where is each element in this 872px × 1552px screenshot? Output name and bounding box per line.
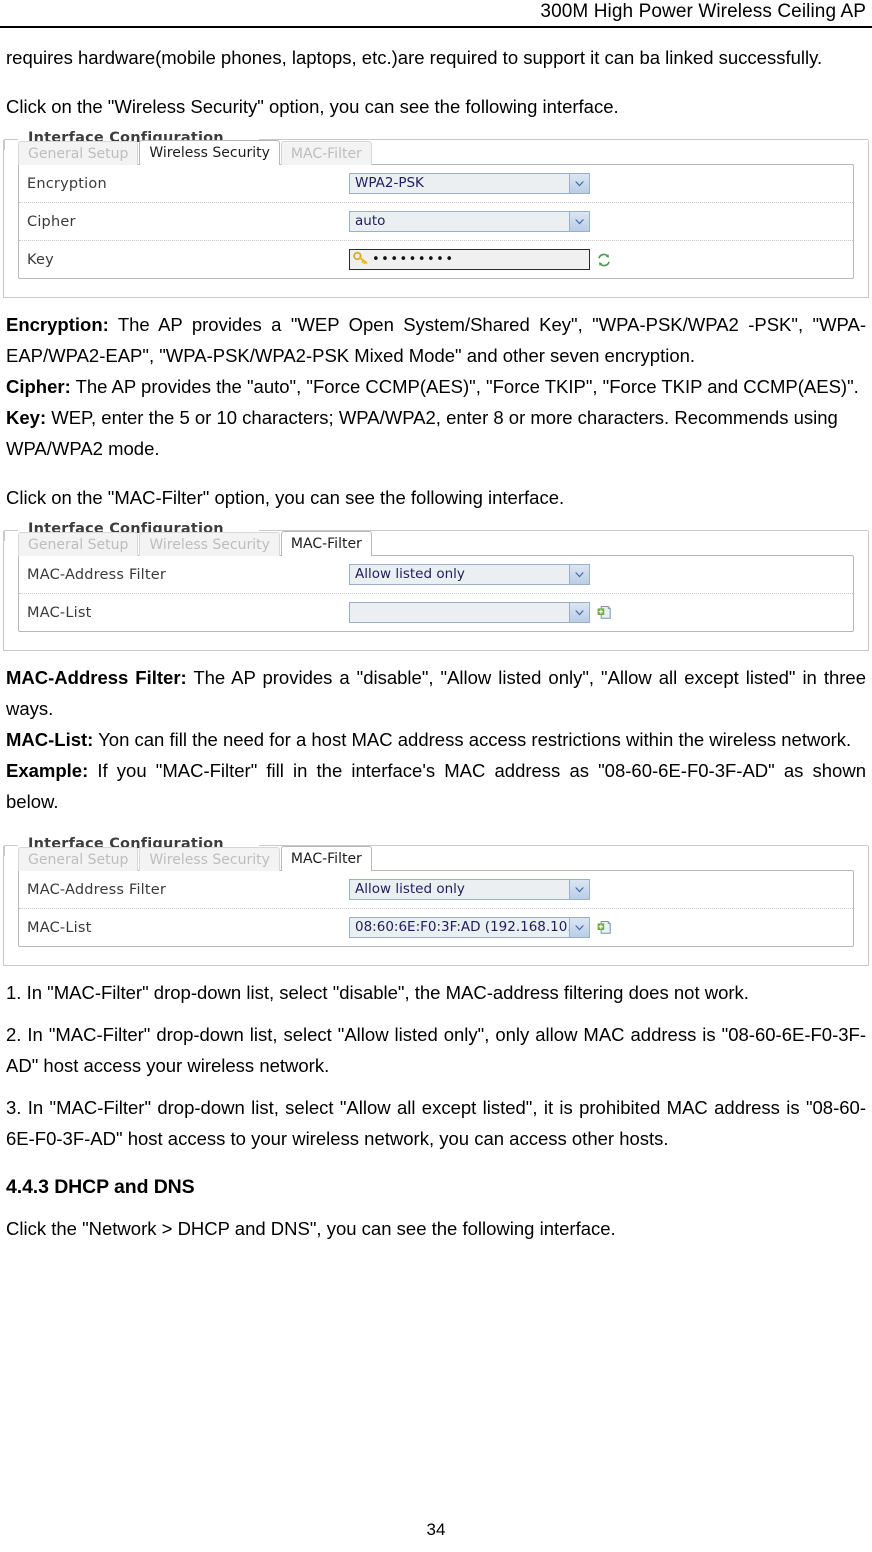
- screenshot-wireless-security: Interface Configuration General Setup Wir…: [3, 130, 869, 298]
- form-row-mac-list: MAC-List 08:60:6E:F0:3F:AD (192.168.10.5…: [19, 909, 853, 946]
- tab-mac-filter[interactable]: MAC-Filter: [280, 141, 372, 165]
- tab-bar: General Setup Wireless Security MAC-Filter: [18, 846, 868, 871]
- label-mac-list: MAC-List: [27, 919, 92, 936]
- page-number: 34: [426, 1520, 446, 1539]
- numbered-item-3: 3. In "MAC-Filter" drop-down list, selec…: [6, 1097, 866, 1149]
- mac-address-filter-select-value: Allow listed only: [355, 566, 465, 582]
- tab-general-setup[interactable]: General Setup: [18, 847, 139, 871]
- tab-general-setup[interactable]: General Setup: [18, 532, 139, 556]
- definition-mac-address-filter-label: MAC-Address Filter:: [6, 667, 187, 688]
- tab-bar: General Setup Wireless Security MAC-Filter: [18, 140, 868, 165]
- key-input[interactable]: •••••••••: [349, 249, 590, 270]
- definition-mac-list: MAC-List: Yon can fill the need for a ho…: [6, 724, 866, 755]
- definition-encryption-label: Encryption:: [6, 314, 109, 335]
- mac-list-select[interactable]: 08:60:6E:F0:3F:AD (192.168.10.58): [349, 917, 590, 938]
- numbered-item-1: 1. In "MAC-Filter" drop-down list, selec…: [6, 982, 749, 1003]
- paragraph-click-mac-filter: Click on the "MAC-Filter" option, you ca…: [6, 487, 565, 508]
- add-entry-icon[interactable]: [597, 920, 612, 935]
- definition-mac-address-filter: MAC-Address Filter: The AP provides a "d…: [6, 662, 866, 724]
- document-content: requires hardware(mobile phones, laptops…: [3, 42, 869, 1244]
- chevron-down-icon: [569, 212, 589, 231]
- definition-example-text: If you "MAC-Filter" fill in the interfac…: [6, 760, 866, 812]
- definition-cipher-text: The AP provides the "auto", "Force CCMP(…: [70, 376, 859, 397]
- form-row-key: Key •••••••••: [19, 241, 853, 278]
- definition-key-label: Key:: [6, 407, 47, 428]
- tab-wireless-security[interactable]: Wireless Security: [139, 532, 280, 556]
- tab-wireless-security[interactable]: Wireless Security: [139, 847, 280, 871]
- form-row-mac-address-filter: MAC-Address Filter Allow listed only: [19, 556, 853, 594]
- screenshot-mac-filter-empty: Interface Configuration General Setup Wir…: [3, 521, 869, 651]
- mac-address-filter-select[interactable]: Allow listed only: [349, 879, 590, 900]
- form-row-cipher: Cipher auto: [19, 203, 853, 241]
- page-running-header: 300M High Power Wireless Ceiling AP: [0, 0, 872, 28]
- section-heading-dhcp-dns: 4.4.3 DHCP and DNS: [6, 1176, 195, 1198]
- tab-panel: Encryption WPA2-PSK Cipher auto Key ••••…: [18, 164, 854, 279]
- definition-key-text: WEP, enter the 5 or 10 characters; WPA/W…: [6, 407, 838, 459]
- chevron-down-icon: [569, 174, 589, 193]
- key-icon: [353, 250, 368, 269]
- tab-panel: MAC-Address Filter Allow listed only MAC…: [18, 555, 854, 632]
- chevron-down-icon: [569, 880, 589, 899]
- mac-list-select[interactable]: [349, 602, 590, 623]
- label-key: Key: [27, 251, 54, 268]
- key-value-masked: •••••••••: [372, 252, 455, 267]
- chevron-down-icon: [569, 565, 589, 584]
- tab-mac-filter[interactable]: MAC-Filter: [280, 846, 372, 871]
- mac-address-filter-select-value: Allow listed only: [355, 881, 465, 897]
- label-mac-list: MAC-List: [27, 604, 92, 621]
- definition-mac-list-label: MAC-List:: [6, 729, 94, 750]
- mac-list-select-value: 08:60:6E:F0:3F:AD (192.168.10.58): [355, 919, 569, 935]
- screenshot-mac-filter-filled: Interface Configuration General Setup Wir…: [3, 836, 869, 966]
- numbered-item-2: 2. In "MAC-Filter" drop-down list, selec…: [6, 1024, 866, 1076]
- form-row-encryption: Encryption WPA2-PSK: [19, 165, 853, 203]
- label-encryption: Encryption: [27, 175, 107, 192]
- form-row-mac-address-filter: MAC-Address Filter Allow listed only: [19, 871, 853, 909]
- tab-wireless-security[interactable]: Wireless Security: [139, 140, 280, 165]
- tab-bar: General Setup Wireless Security MAC-Filter: [18, 531, 868, 556]
- definition-key: Key: WEP, enter the 5 or 10 characters; …: [6, 402, 866, 464]
- chevron-down-icon: [569, 918, 589, 937]
- definition-example: Example: If you "MAC-Filter" fill in the…: [6, 755, 866, 817]
- encryption-select-value: WPA2-PSK: [355, 175, 424, 191]
- definition-encryption: Encryption: The AP provides a "WEP Open …: [6, 309, 866, 371]
- tab-general-setup[interactable]: General Setup: [18, 141, 139, 165]
- refresh-icon[interactable]: [597, 253, 611, 267]
- tab-panel: MAC-Address Filter Allow listed only MAC…: [18, 870, 854, 947]
- label-mac-address-filter: MAC-Address Filter: [27, 566, 167, 583]
- form-row-mac-list: MAC-List: [19, 594, 853, 631]
- label-cipher: Cipher: [27, 213, 76, 230]
- definition-cipher: Cipher: The AP provides the "auto", "For…: [6, 371, 866, 402]
- paragraph-click-wireless-security: Click on the "Wireless Security" option,…: [6, 96, 619, 117]
- encryption-select[interactable]: WPA2-PSK: [349, 173, 590, 194]
- mac-address-filter-select[interactable]: Allow listed only: [349, 564, 590, 585]
- add-entry-icon[interactable]: [597, 605, 612, 620]
- definition-encryption-text: The AP provides a "WEP Open System/Share…: [6, 314, 866, 366]
- definition-cipher-label: Cipher:: [6, 376, 71, 397]
- tab-mac-filter[interactable]: MAC-Filter: [280, 531, 372, 556]
- cipher-select[interactable]: auto: [349, 211, 590, 232]
- running-title: 300M High Power Wireless Ceiling AP: [540, 1, 866, 22]
- cipher-select-value: auto: [355, 213, 386, 229]
- label-mac-address-filter: MAC-Address Filter: [27, 881, 167, 898]
- chevron-down-icon: [569, 603, 589, 622]
- definition-mac-list-text: Yon can fill the need for a host MAC add…: [93, 729, 852, 750]
- paragraph-intro: requires hardware(mobile phones, laptops…: [6, 47, 823, 68]
- paragraph-click-dhcp-dns: Click the "Network > DHCP and DNS", you …: [6, 1218, 616, 1239]
- definition-example-label: Example:: [6, 760, 89, 781]
